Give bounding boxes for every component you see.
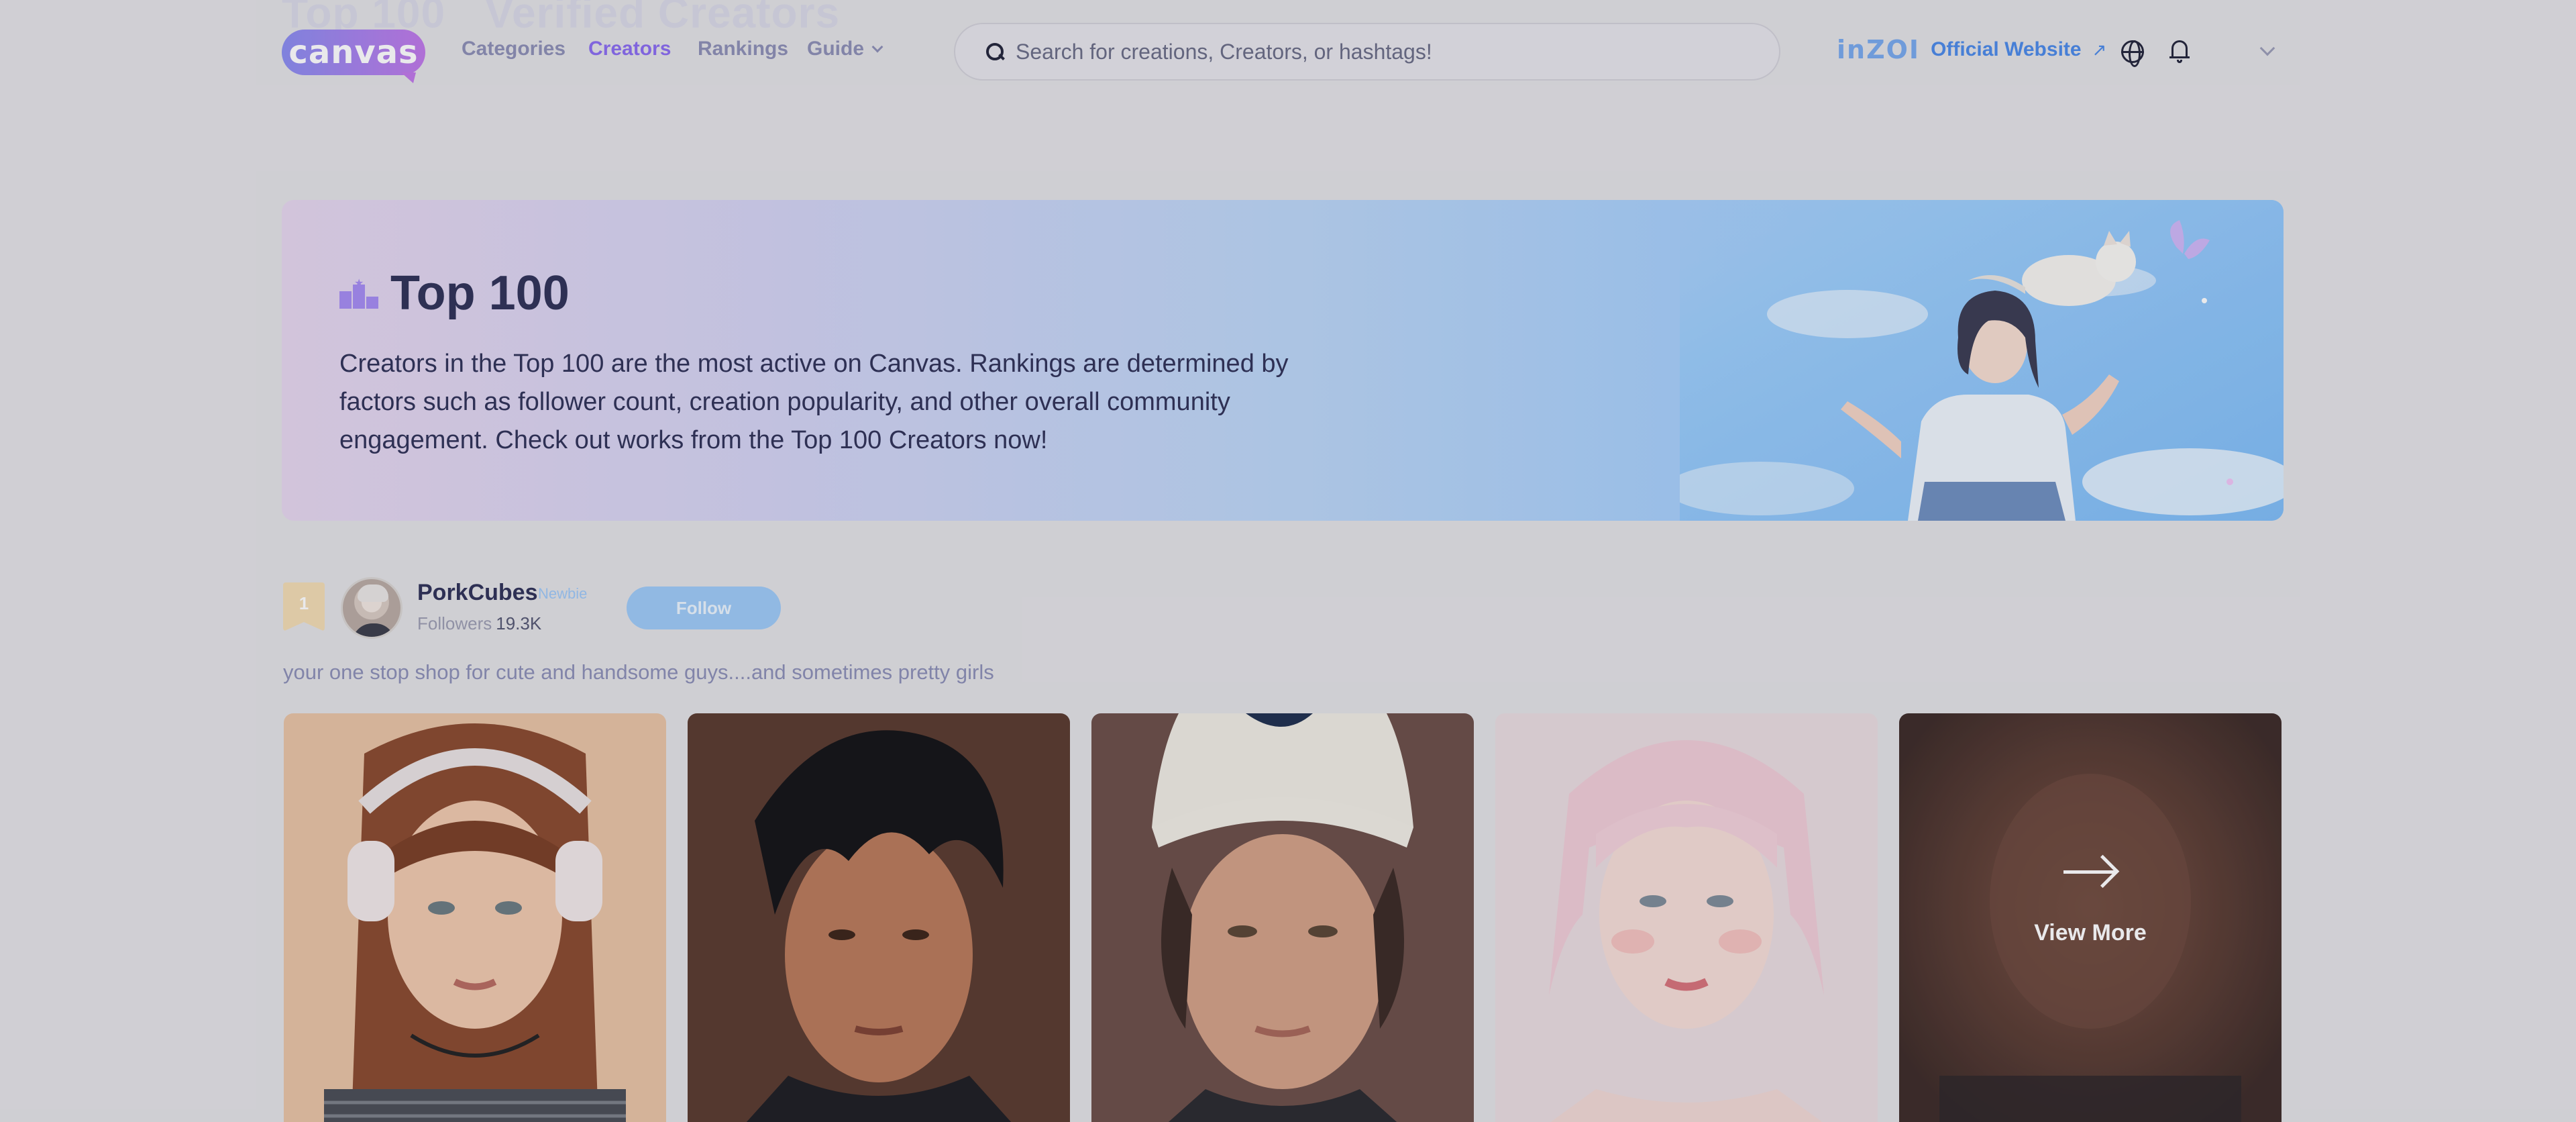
nav-categories[interactable]: Categories <box>462 38 566 60</box>
search-bar[interactable] <box>954 23 1780 81</box>
nav-guide-label: Guide <box>807 38 865 60</box>
podium-icon: ★ <box>339 276 380 309</box>
creation-card-4[interactable] <box>1495 713 1878 1122</box>
official-website-label: Official Website <box>1931 38 2082 60</box>
external-link-icon: ↗ <box>2092 39 2107 60</box>
bell-icon[interactable] <box>2169 39 2190 63</box>
creation-thumbnail <box>688 713 1070 1122</box>
followers-label: Followers <box>417 613 492 633</box>
creator-tier-badge: Newbie <box>538 585 588 602</box>
search-input[interactable] <box>1016 39 1754 64</box>
top-navigation: canvas Categories Creators Rankings Guid… <box>0 0 2576 104</box>
view-more-overlay: View More <box>1899 713 2282 1122</box>
banner-description: Creators in the Top 100 are the most act… <box>339 350 1289 454</box>
logo-tail <box>401 72 416 83</box>
followers-count: 19.3K <box>496 613 542 633</box>
creation-card-3[interactable] <box>1091 713 1474 1122</box>
rank-badge: 1 <box>283 582 325 631</box>
globe-icon[interactable] <box>2121 40 2144 67</box>
nav-rankings[interactable]: Rankings <box>698 38 788 60</box>
inzoi-logo: inZOI <box>1837 35 1921 64</box>
follow-button[interactable]: Follow <box>627 586 781 629</box>
chevron-down-icon <box>871 41 883 53</box>
rank-number: 1 <box>299 593 309 613</box>
followers-info: Followers 19.3K <box>417 613 541 634</box>
account-menu-chevron-icon[interactable] <box>2259 40 2275 56</box>
official-website-link[interactable]: inZOI Official Website ↗ <box>1837 35 2106 64</box>
creation-thumbnail <box>1495 713 1878 1122</box>
nav-creators[interactable]: Creators <box>588 38 671 60</box>
banner-illustration <box>1680 200 2284 521</box>
creator-bio: your one stop shop for cute and handsome… <box>283 660 994 684</box>
view-more-label: View More <box>2034 919 2147 946</box>
search-icon <box>986 43 1004 60</box>
banner-title: Top 100 <box>390 266 570 320</box>
creation-card-1[interactable] <box>284 713 666 1122</box>
nav-guide[interactable]: Guide <box>807 38 883 60</box>
canvas-logo[interactable]: canvas <box>282 30 425 83</box>
arrow-right-icon <box>2063 857 2117 886</box>
creation-thumbnail <box>1091 713 1474 1122</box>
logo-text: canvas <box>288 34 419 71</box>
top100-banner: ★ Top 100 Creators in the Top 100 are th… <box>282 200 2284 521</box>
creator-name[interactable]: PorkCubes <box>417 580 538 606</box>
view-more-card[interactable]: View More <box>1899 713 2282 1122</box>
creator-avatar[interactable] <box>341 577 402 639</box>
creation-card-2[interactable] <box>688 713 1070 1122</box>
creation-thumbnail <box>284 713 666 1122</box>
